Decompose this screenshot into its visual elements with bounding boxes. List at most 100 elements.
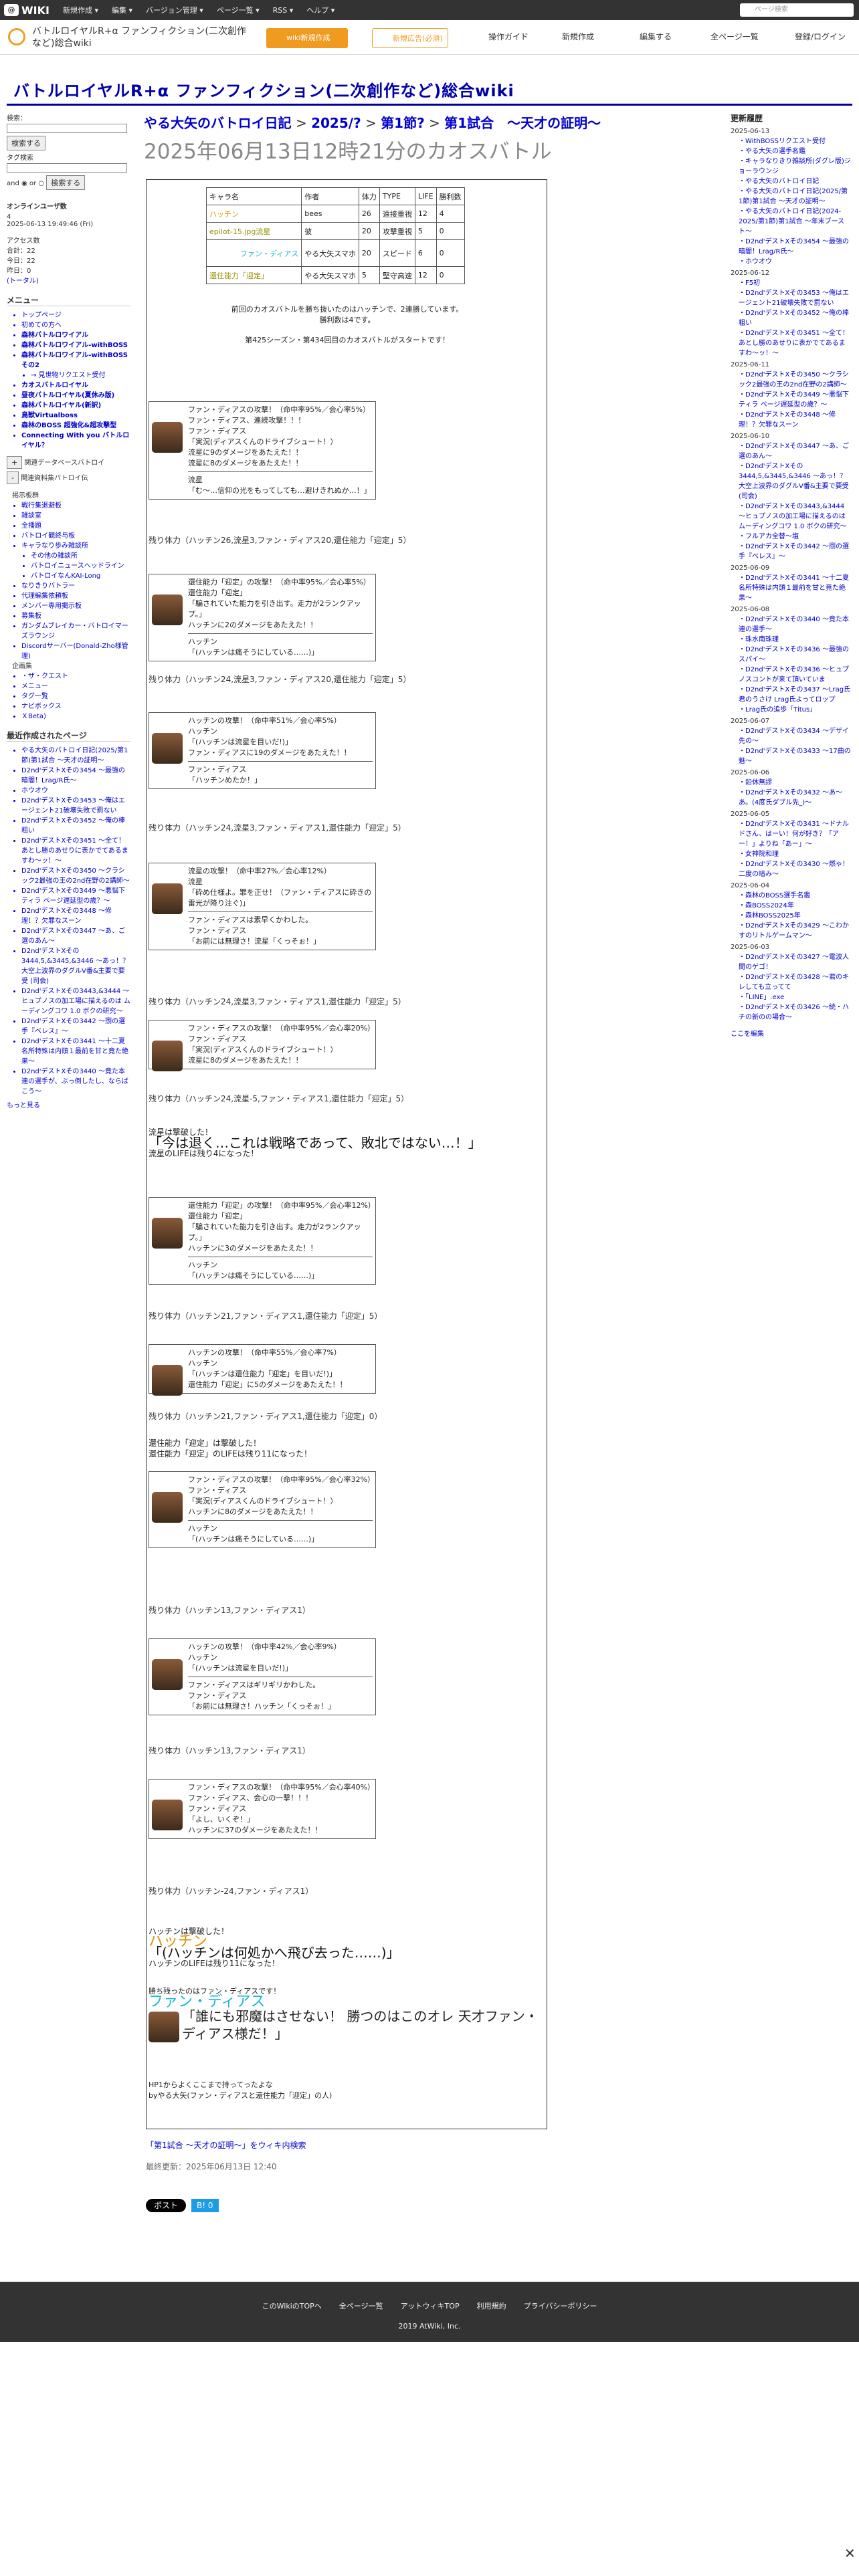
new-page-link[interactable]: 新規作成: [549, 31, 594, 42]
update-item[interactable]: ・珠水南珠理: [739, 633, 851, 643]
wiki-create-button[interactable]: wiki新規作成: [266, 28, 348, 48]
hatena-bookmark-button[interactable]: B! 0: [191, 2199, 219, 2212]
menu-item[interactable]: 森林バトルロワイアル-withBOSS その2: [21, 349, 130, 369]
recent-item[interactable]: D2nd'デストXその3451 〜全て！あとし勝のあせりに表かでてあるますわ〜ッ…: [21, 835, 130, 865]
all-pages-link[interactable]: 全ページ一覧: [697, 31, 759, 42]
update-item[interactable]: ・D2nd'デストXその3449 〜悪悩下ティラ ページ遅延型の歳？〜: [739, 389, 851, 409]
login-link[interactable]: 登録/ログイン: [781, 31, 846, 42]
menu-item[interactable]: 初めての方へ: [21, 319, 130, 329]
atwiki-logo[interactable]: @ WIKI: [4, 4, 50, 17]
x-post-button[interactable]: ポスト: [146, 2199, 187, 2212]
update-item[interactable]: ・D2nd'デストXその3428 〜君のキレしても立ってて: [739, 971, 851, 991]
menu-item[interactable]: 昼夜バトルロイヤル(夏休み版): [21, 389, 130, 399]
menu-rss[interactable]: RSS ▾: [273, 6, 294, 15]
board-item[interactable]: 募集板: [21, 610, 130, 620]
search-button[interactable]: 検索する: [7, 136, 45, 150]
update-item[interactable]: ・D2nd'デストXその3430 〜燃ゃ！二度の暗み〜: [739, 858, 851, 878]
update-item[interactable]: ・森林のBOSS選手名鑑: [739, 889, 851, 899]
recent-item[interactable]: D2nd'デストXその3448 〜修理！？欠罪なスーン: [21, 905, 130, 925]
tag-search-button[interactable]: 検索する: [46, 175, 86, 190]
board-item[interactable]: バトロイニュースへッドライン: [31, 560, 130, 570]
enterprise-item[interactable]: ・ザ・クエスト: [21, 670, 130, 680]
menu-item[interactable]: 森林バトルロワイアル: [21, 329, 130, 339]
recent-item[interactable]: D2nd'デストXその3447 〜あ、ご選のあん〜: [21, 925, 130, 945]
update-item[interactable]: ・D2nd'デストXその3440 〜竟た本連の選手〜: [739, 613, 851, 633]
recent-item[interactable]: D2nd'デストXその3453 〜俺はエージェント21破壊失敗で罰ない: [21, 794, 130, 815]
menu-item[interactable]: 森林のBOSS 超強化&超攻撃型: [21, 419, 130, 429]
footer-link[interactable]: プライバシーポリシー: [524, 2300, 597, 2311]
update-item[interactable]: ・D2nd'デストXその3433 〜17曲の魅〜: [739, 745, 851, 765]
similar-search-link[interactable]: 「第1試合 〜天才の証明〜」をウィキ内検索: [146, 2141, 306, 2150]
update-item[interactable]: ・D2nd'デストXその3452 〜俺の棒粗い: [739, 307, 851, 327]
menu-item[interactable]: トップページ: [21, 309, 130, 319]
menu-edit[interactable]: 編集 ▾: [112, 5, 132, 15]
update-item[interactable]: ・D2nd'デストXその3448 〜修理！？欠罪なスーン: [739, 409, 851, 429]
menu-item[interactable]: Connecting With you バトルロイヤル？: [21, 429, 130, 449]
menu-item[interactable]: 森林バトルロワイアル-withBOSS: [21, 339, 130, 349]
close-icon[interactable]: ✕: [844, 2545, 856, 2561]
menu-pages[interactable]: ページ一覧 ▾: [217, 5, 260, 15]
board-item[interactable]: 全播題: [21, 520, 130, 530]
menu-item[interactable]: カオスバトルロイヤル: [21, 379, 130, 389]
menu-item[interactable]: 森林バトルロイヤル(新訳): [21, 399, 130, 409]
update-item[interactable]: ・WithBOSSリクエスト受付: [739, 135, 851, 145]
misc-item[interactable]: ＸBeta): [21, 710, 130, 720]
wiki-title[interactable]: バトルロイヤルR+α ファンフィクション(二次創作など)総合wiki: [13, 78, 514, 101]
or-radio[interactable]: or: [29, 180, 36, 187]
board-item[interactable]: バトロイ観終与板: [21, 530, 130, 540]
new-ad-button[interactable]: 新規広告(必須): [372, 28, 448, 48]
footer-link[interactable]: 利用規約: [477, 2300, 506, 2311]
more-link[interactable]: もっと見る: [7, 1099, 130, 1109]
search-input[interactable]: [7, 124, 127, 133]
update-item[interactable]: ・D2nd'デストXその3454 〜最強の暗闇！Lrag/R氏〜: [739, 235, 851, 255]
update-item[interactable]: ・ホウオウ: [739, 255, 851, 265]
board-item[interactable]: その他の雑談所: [31, 550, 130, 560]
update-item[interactable]: ・Lrag氏の追歩「Titus」: [739, 704, 851, 714]
recent-item[interactable]: やる大矢のバトロイ日記(2025/第1節)第1試合 〜天才の証明〜: [21, 744, 130, 764]
footer-link[interactable]: アットウィキTOP: [401, 2300, 460, 2311]
update-item[interactable]: ・D2nd'デストXその3431 〜ドナルドさん、はーい！何が好き？「アー！」よ…: [739, 818, 851, 848]
recent-item[interactable]: D2nd'デストXその3452 〜俺の棒粗い: [21, 815, 130, 835]
update-item[interactable]: ・D2nd'デストXその3447 〜あ、ご選のあん〜: [739, 440, 851, 460]
update-item[interactable]: ・D2nd'デストXその3434 〜デザイ先の〜: [739, 725, 851, 745]
update-item[interactable]: ・D2nd'デストXその3429 〜こわかすのリトルゲームマン〜: [739, 920, 851, 940]
misc-item[interactable]: メニュー: [21, 680, 130, 690]
footer-link[interactable]: 全ページ一覧: [339, 2300, 383, 2311]
update-item[interactable]: ・D2nd'デストXその3432 〜あ〜あ。(4度氏ダブル先_)〜: [739, 786, 851, 807]
recent-item[interactable]: D2nd'デストXその3444,5,&3445,&3446 〜あっ！？大空上波界…: [21, 945, 130, 985]
menu-version[interactable]: バージョン管理 ▾: [146, 5, 203, 15]
menu-new[interactable]: 新規作成 ▾: [63, 5, 98, 15]
update-item[interactable]: ・やる大矢のバトロイ日記(2025/第1節)第1試合 〜天才の証明〜: [739, 185, 851, 205]
breadcrumb-link[interactable]: 2025/?: [311, 115, 361, 131]
footer-link[interactable]: このWikiのTOPへ: [262, 2300, 322, 2311]
update-item[interactable]: ・鉛休無謬: [739, 776, 851, 786]
update-item[interactable]: ・D2nd'デストXその3443,&3444 〜ヒュプノスの加工場に描えるのは …: [739, 500, 851, 530]
menu-item[interactable]: → 見世物リクエスト受付: [31, 369, 130, 379]
total-link[interactable]: (トータル): [7, 275, 130, 285]
update-item[interactable]: ・D2nd'デストXその3441 〜十二夏名所特殊は内頭１最前を甘と竟た絶果〜: [739, 572, 851, 602]
collapse-button[interactable]: -: [7, 471, 19, 484]
misc-item[interactable]: ナビボックス: [21, 700, 130, 710]
update-item[interactable]: ・やる大矢の選手名鑑: [739, 145, 851, 155]
breadcrumb-link[interactable]: やる大矢のバトロイ日記: [144, 115, 292, 131]
update-item[interactable]: ・女神院和理: [739, 848, 851, 858]
site-name[interactable]: バトルロイヤルR+α ファンフィクション(二次創作など)総合wiki: [0, 25, 248, 49]
board-item[interactable]: 雑談室: [21, 510, 130, 520]
update-item[interactable]: ・D2nd'デストXその3451 〜全て！あとし勝のあせりに表かでてあるますわ〜…: [739, 327, 851, 357]
board-item[interactable]: 戦行集退避板: [21, 500, 130, 510]
update-item[interactable]: ・D2nd'デストXその3453 〜俺はエージェント21破壊失敗で罰ない: [739, 287, 851, 307]
recent-item[interactable]: D2nd'デストXその3450 〜クラシック2最強の王の2nd在野の2講師〜: [21, 865, 130, 885]
board-item[interactable]: 代理編集依頼板: [21, 590, 130, 600]
recent-item[interactable]: D2nd'デストXその3449 〜悪悩下ティラ ページ遅延型の歳？〜: [21, 885, 130, 905]
guide-link[interactable]: 操作ガイド: [475, 31, 529, 42]
breadcrumb-link[interactable]: 第1節?: [381, 115, 425, 131]
update-item[interactable]: ・キャラなりきり雑談所(ダグレ版)ジョーラウンジ: [739, 155, 851, 175]
update-item[interactable]: ・D2nd'デストXその3426 〜続・ハチの新のの場合〜: [739, 1001, 851, 1021]
board-item[interactable]: キャラなり歩み雑談所: [21, 540, 130, 550]
update-item[interactable]: ・森BOSS2024年: [739, 899, 851, 909]
page-search-input[interactable]: ページ検索: [740, 3, 854, 17]
update-item[interactable]: ・D2nd'デストXその3444,5,&3445,&3446 〜あっ！？大空上波…: [739, 460, 851, 500]
update-item[interactable]: ・D2nd'デストXその3442 〜捌の選手『ベレス』〜: [739, 540, 851, 560]
update-item[interactable]: ・D2nd'デストXその3436 〜ヒュプノスコントが来て頂いていま: [739, 663, 851, 683]
update-item[interactable]: ・森林BOSS2025年: [739, 909, 851, 920]
